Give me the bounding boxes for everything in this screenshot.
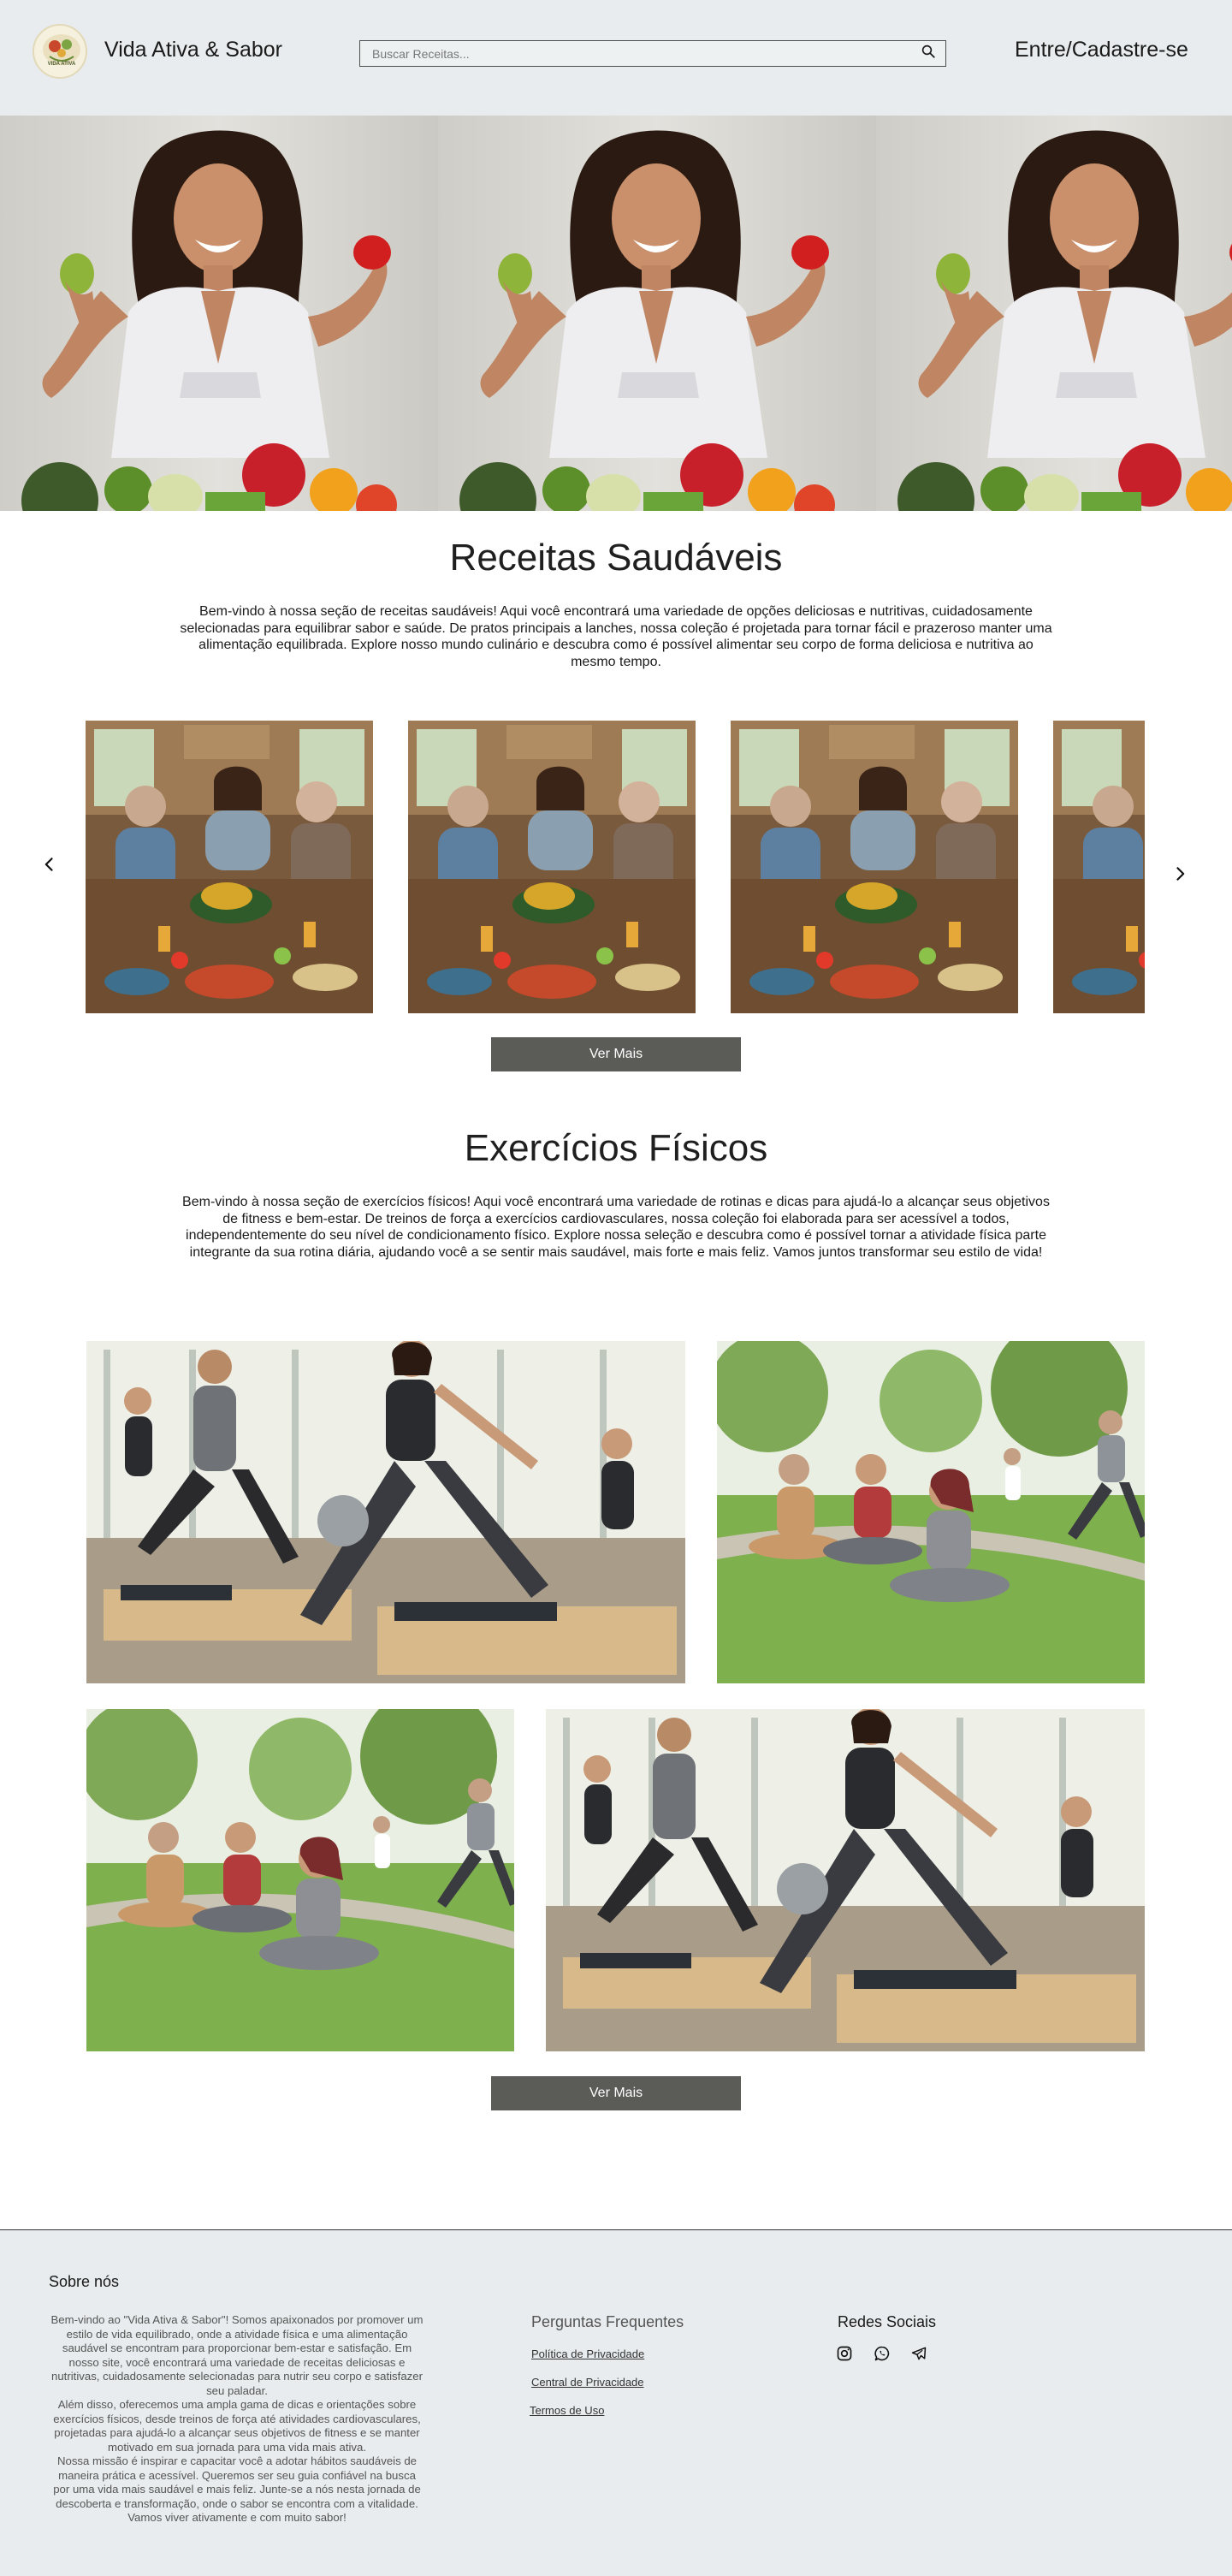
recipe-card[interactable] bbox=[86, 721, 373, 1013]
hero-image bbox=[438, 116, 876, 511]
social-title: Redes Sociais bbox=[838, 2313, 937, 2330]
hero-banner bbox=[0, 116, 1232, 511]
recipes-title: Receitas Saudáveis bbox=[449, 537, 783, 579]
carousel-prev-button[interactable] bbox=[33, 849, 67, 883]
exercise-image-pilates[interactable] bbox=[546, 1709, 1145, 2051]
instagram-link[interactable] bbox=[834, 2345, 855, 2365]
about-text: Bem-vindo ao "Vida Ativa & Sabor"! Somos… bbox=[49, 2313, 425, 2526]
about-paragraph: Nossa missão é inspirar e capacitar você… bbox=[53, 2454, 421, 2524]
faq-title[interactable]: Perguntas Frequentes bbox=[531, 2313, 684, 2331]
login-link[interactable]: Entre/Cadastre-se bbox=[1015, 38, 1188, 62]
exercises-more-button[interactable]: Ver Mais bbox=[491, 2076, 741, 2110]
instagram-icon bbox=[836, 2345, 853, 2366]
privacy-center-link[interactable]: Central de Privacidade bbox=[531, 2376, 644, 2389]
about-paragraph: Além disso, oferecemos uma ampla gama de… bbox=[53, 2398, 421, 2454]
exercise-image-park[interactable] bbox=[717, 1341, 1145, 1683]
recipes-carousel bbox=[0, 719, 1232, 1014]
search-input[interactable] bbox=[360, 41, 911, 66]
about-title: Sobre nós bbox=[49, 2273, 120, 2290]
search-icon bbox=[921, 44, 936, 63]
telegram-icon bbox=[910, 2345, 927, 2366]
recipe-card[interactable] bbox=[1053, 721, 1145, 1013]
search-bar bbox=[359, 40, 946, 67]
exercise-image-pilates[interactable] bbox=[86, 1341, 685, 1683]
hero-image bbox=[876, 116, 1232, 511]
site-logo[interactable]: VIDA ATIVA bbox=[33, 24, 87, 79]
site-header: VIDA ATIVA Vida Ativa & Sabor Entre/Cada… bbox=[0, 0, 1232, 116]
terms-link[interactable]: Termos de Uso bbox=[530, 2404, 604, 2417]
exercises-intro: Bem-vindo à nossa seção de exercícios fí… bbox=[182, 1195, 1050, 1260]
about-paragraph: Bem-vindo ao "Vida Ativa & Sabor"! Somos… bbox=[50, 2313, 424, 2397]
brand-name[interactable]: Vida Ativa & Sabor bbox=[104, 38, 282, 62]
recipe-card[interactable] bbox=[731, 721, 1018, 1013]
exercises-title: Exercícios Físicos bbox=[464, 1127, 768, 1169]
whatsapp-icon bbox=[874, 2345, 891, 2366]
telegram-link[interactable] bbox=[909, 2345, 929, 2365]
chevron-left-icon bbox=[41, 856, 58, 877]
recipes-intro: Bem-vindo à nossa seção de receitas saud… bbox=[180, 604, 1052, 669]
whatsapp-link[interactable] bbox=[872, 2345, 892, 2365]
chevron-right-icon bbox=[1171, 865, 1188, 887]
logo-text: VIDA ATIVA bbox=[48, 62, 76, 67]
search-button[interactable] bbox=[911, 41, 945, 66]
carousel-track bbox=[86, 721, 1145, 1013]
exercise-image-park[interactable] bbox=[86, 1709, 514, 2051]
privacy-policy-link[interactable]: Política de Privacidade bbox=[531, 2347, 644, 2360]
recipes-more-button[interactable]: Ver Mais bbox=[491, 1037, 741, 1071]
carousel-next-button[interactable] bbox=[1163, 858, 1197, 893]
site-footer: Sobre nós Bem-vindo ao "Vida Ativa & Sab… bbox=[0, 2229, 1232, 2576]
recipe-card[interactable] bbox=[408, 721, 696, 1013]
hero-image bbox=[0, 116, 438, 511]
